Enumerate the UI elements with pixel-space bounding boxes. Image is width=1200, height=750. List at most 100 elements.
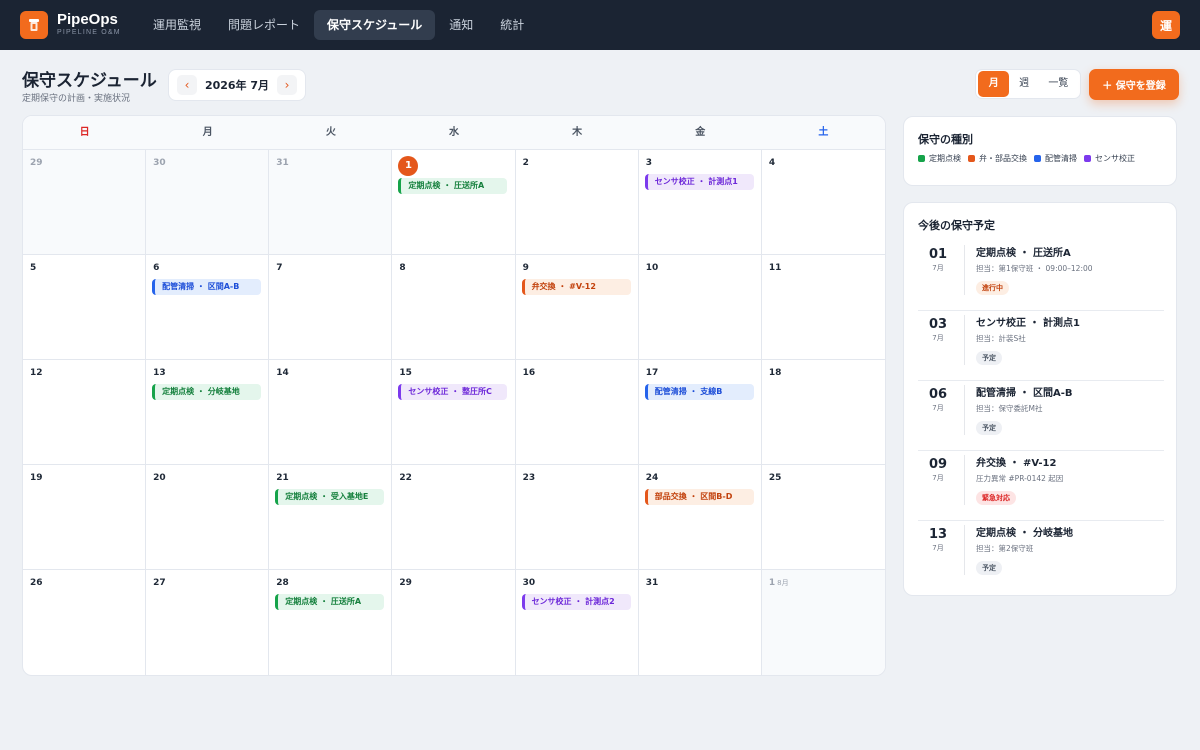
day-cell[interactable]: 16 bbox=[515, 360, 639, 465]
calendar-event[interactable]: 定期点検 ・ 圧送所A bbox=[275, 594, 385, 610]
calendar-event[interactable]: 定期点検 ・ 受入基地E bbox=[275, 489, 385, 505]
upcoming-body: 配管清掃 ・ 区間A-B 担当：保守委託M社 予定 bbox=[976, 387, 1072, 435]
user-avatar[interactable]: 運 bbox=[1152, 11, 1180, 39]
day-number: 27 bbox=[152, 576, 262, 590]
upcoming-body: センサ校正 ・ 計測点1 担当：計装S社 予定 bbox=[976, 317, 1080, 365]
day-cell[interactable]: 5 bbox=[23, 255, 147, 360]
nav-item[interactable]: 問題レポート bbox=[215, 10, 313, 40]
day-cell[interactable]: 10 bbox=[638, 255, 762, 360]
upcoming-item[interactable]: 01 7月 定期点検 ・ 圧送所A 担当：第1保守班 ・ 09:00–12:00 進行中 bbox=[918, 241, 1164, 311]
next-month-button[interactable]: › bbox=[276, 75, 297, 95]
legend-panel: 保守の種別 定期点検 弁・部品交換 配管清掃 センサ校正 bbox=[903, 116, 1177, 186]
day-cell[interactable]: 11 bbox=[761, 255, 885, 360]
day-number-value: 16 bbox=[522, 368, 536, 378]
weekday-label: 水 bbox=[448, 127, 459, 138]
day-cell[interactable]: 25 bbox=[761, 465, 885, 570]
day-cell[interactable]: 24 部品交換 ・ 区間B-D bbox=[638, 465, 762, 570]
status-badge: 緊急対応 bbox=[976, 491, 1016, 505]
day-cell[interactable]: 21 定期点検 ・ 受入基地E bbox=[269, 465, 393, 570]
day-number-value: 1 bbox=[404, 160, 412, 171]
brand-subtitle: PIPELINE O&M bbox=[57, 29, 121, 36]
day-number: 22 bbox=[398, 471, 508, 485]
calendar-event[interactable]: 定期点検 ・ 分岐基地 bbox=[152, 384, 262, 400]
app-logo[interactable] bbox=[20, 11, 48, 39]
day-cell[interactable]: 8 bbox=[392, 255, 516, 360]
nav-item[interactable]: 統計 bbox=[487, 10, 537, 40]
day-number-value: 19 bbox=[30, 473, 43, 483]
day-cell[interactable]: 14 bbox=[269, 360, 393, 465]
day-cell[interactable]: 31 bbox=[269, 150, 393, 255]
day-cell[interactable]: 17 配管清掃 ・ 支線B bbox=[638, 360, 762, 465]
upcoming-item[interactable]: 06 7月 配管清掃 ・ 区間A-B 担当：保守委託M社 予定 bbox=[918, 381, 1164, 451]
register-maintenance-button[interactable]: ＋ 保守を登録 bbox=[1089, 69, 1179, 100]
day-cell[interactable]: 31 bbox=[639, 570, 762, 675]
day-number: 18 bbox=[768, 366, 879, 380]
day-cell[interactable]: 13 定期点検 ・ 分岐基地 bbox=[146, 360, 270, 465]
day-cell[interactable]: 6 配管清掃 ・ 区間A-B bbox=[146, 255, 270, 360]
prev-month-button[interactable]: ‹ bbox=[177, 75, 197, 95]
upcoming-item[interactable]: 03 7月 センサ校正 ・ 計測点1 担当：計装S社 予定 bbox=[918, 311, 1164, 381]
view-month-button[interactable]: 月 bbox=[978, 71, 1010, 97]
weekday-header: 日月火水木金土 bbox=[23, 116, 885, 150]
calendar-event[interactable]: 配管清掃 ・ 支線B bbox=[644, 384, 754, 400]
day-cell[interactable]: 28 定期点検 ・ 圧送所A bbox=[269, 570, 393, 675]
day-cell[interactable]: 30 bbox=[146, 150, 270, 255]
day-cell[interactable]: 4 bbox=[761, 150, 885, 255]
weekday-label: 土 bbox=[818, 127, 829, 138]
day-cell[interactable]: 2 bbox=[515, 150, 639, 255]
nav-item[interactable]: 保守スケジュール bbox=[314, 10, 436, 40]
calendar-event[interactable]: センサ校正 ・ 計測点2 bbox=[521, 594, 631, 610]
day-cell[interactable]: 23 bbox=[515, 465, 639, 570]
day-cell[interactable]: 26 bbox=[23, 570, 147, 675]
day-cell[interactable]: 30 センサ校正 ・ 計測点2 bbox=[516, 570, 639, 675]
nav-item[interactable]: 通知 bbox=[436, 10, 486, 40]
legend-swatch bbox=[918, 155, 925, 162]
calendar-event[interactable]: 配管清掃 ・ 区間A-B bbox=[152, 279, 262, 295]
day-number: 1 bbox=[398, 156, 419, 176]
calendar-event[interactable]: 部品交換 ・ 区間B-D bbox=[644, 489, 754, 505]
calendar-event[interactable]: 弁交換 ・ #V-12 bbox=[521, 279, 631, 295]
day-cell[interactable]: 3 センサ校正 ・ 計測点1 bbox=[638, 150, 762, 255]
upcoming-body: 定期点検 ・ 分岐基地 担当：第2保守班 予定 bbox=[976, 527, 1073, 575]
day-cell[interactable]: 27 bbox=[146, 570, 270, 675]
day-cell[interactable]: 22 bbox=[392, 465, 516, 570]
upcoming-item[interactable]: 09 7月 弁交換 ・ #V-12 圧力異常 #PR-0142 起因 緊急対応 bbox=[918, 451, 1164, 521]
upcoming-meta: 圧力異常 #PR-0142 起因 bbox=[976, 474, 1064, 483]
day-cell[interactable]: 7 bbox=[269, 255, 393, 360]
legend-label: 配管清掃 bbox=[1045, 154, 1077, 163]
day-number: 8 bbox=[398, 261, 508, 275]
day-cell[interactable]: 20 bbox=[146, 465, 270, 570]
day-cell[interactable]: 29 bbox=[23, 150, 147, 255]
upcoming-title: 配管清掃 ・ 区間A-B bbox=[976, 388, 1073, 399]
day-number-value: 13 bbox=[153, 368, 166, 378]
day-cell[interactable]: 9 弁交換 ・ #V-12 bbox=[515, 255, 639, 360]
upcoming-item[interactable]: 13 7月 定期点検 ・ 分岐基地 担当：第2保守班 予定 bbox=[918, 521, 1164, 591]
calendar-event[interactable]: 定期点検 ・ 圧送所A bbox=[398, 178, 508, 194]
day-number-value: 18 bbox=[768, 368, 782, 378]
day-number: 24 bbox=[645, 471, 755, 485]
day-number-value: 4 bbox=[768, 158, 776, 168]
upcoming-meta: 担当：第2保守班 bbox=[976, 544, 1034, 553]
calendar-event[interactable]: センサ校正 ・ 整圧所C bbox=[398, 384, 508, 400]
day-cell[interactable]: 19 bbox=[23, 465, 147, 570]
day-cell[interactable]: 12 bbox=[23, 360, 147, 465]
day-number: 10 bbox=[645, 261, 755, 275]
day-number: 19 bbox=[29, 471, 139, 485]
day-number: 15 bbox=[398, 366, 508, 380]
view-week-button[interactable]: 週 bbox=[1009, 71, 1038, 97]
calendar-event[interactable]: センサ校正 ・ 計測点1 bbox=[644, 174, 754, 190]
day-cell[interactable]: 15 センサ校正 ・ 整圧所C bbox=[392, 360, 516, 465]
day-cell[interactable]: 1 定期点検 ・ 圧送所A bbox=[392, 150, 516, 255]
upcoming-title: 定期点検 ・ 分岐基地 bbox=[976, 528, 1073, 539]
month-calendar: 日月火水木金土 29 30 31 1 定期点検 ・ 圧送所A 2 3 センサ校正 ・ 計測点1… bbox=[22, 115, 886, 676]
day-cell[interactable]: 29 bbox=[392, 570, 516, 675]
weekday-label: 火 bbox=[325, 127, 336, 138]
day-cell[interactable]: 1 8月 bbox=[761, 570, 885, 675]
day-number-value: 30 bbox=[153, 158, 166, 168]
upcoming-divider bbox=[964, 245, 965, 295]
nav-item[interactable]: 運用監視 bbox=[140, 10, 214, 40]
view-list-button[interactable]: 一覧 bbox=[1039, 71, 1078, 97]
day-number: 1 8月 bbox=[768, 576, 879, 590]
day-number: 12 bbox=[29, 366, 139, 380]
day-cell[interactable]: 18 bbox=[761, 360, 885, 465]
